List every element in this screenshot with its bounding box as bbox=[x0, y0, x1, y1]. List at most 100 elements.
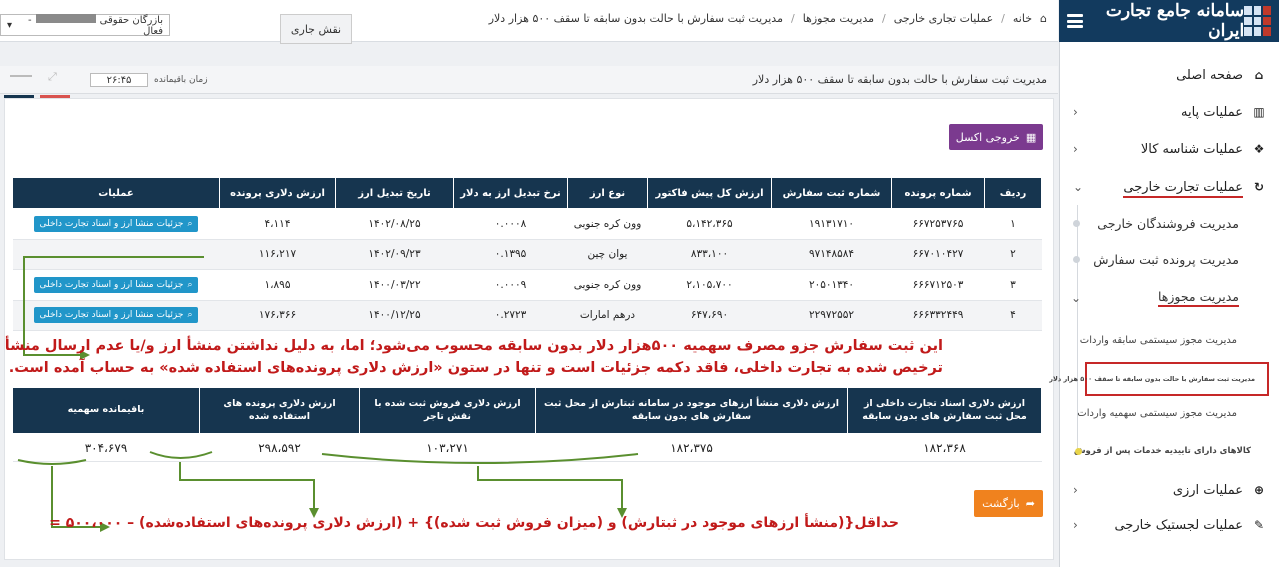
sidebar-item-foreign-trade[interactable]: ↻ عملیات تجارت خارجی ⌄ bbox=[1059, 172, 1279, 202]
sidebar-item-label: عملیات شناسه کالا bbox=[1140, 141, 1243, 157]
role-select[interactable]: بازرگان حقوقی- فعال ▾ bbox=[0, 13, 170, 37]
home-icon: ⌂ bbox=[1254, 68, 1264, 82]
details-button[interactable]: ⌕ جزئیات منشا ارز و اسناد تجارت داخلی bbox=[33, 307, 199, 324]
sidebar-subitem-label: مدیریت پرونده ثبت سفارش bbox=[1093, 251, 1239, 267]
details-button-label: جزئیات منشا ارز و اسناد تجارت داخلی bbox=[39, 310, 184, 321]
chevron-down-icon: ⌄ bbox=[1073, 180, 1084, 194]
back-button[interactable]: ➦ بازگشت bbox=[974, 490, 1043, 517]
expand-icon[interactable]: ⤢ bbox=[48, 70, 57, 84]
sidebar-subitem-label: مدیریت فروشندگان خارجی bbox=[1097, 215, 1239, 231]
table-row: ۱ ۶۶۷۲۵۳۷۶۵ ۱۹۱۳۱۷۱۰ ۵،۱۴۲،۳۶۵ وون کره جنوبی… bbox=[12, 208, 1042, 240]
user-plus-icon: ⊕ bbox=[1253, 483, 1265, 497]
search-icon: ⌕ bbox=[187, 279, 193, 290]
session-timer: زمان باقیمانده ۲۶:۴۵ bbox=[90, 73, 208, 87]
sidebar-subitem-label: مدیریت مجوز سیستمی سابقه واردات bbox=[1079, 334, 1237, 346]
sidebar-item-label: عملیات لجستیک خارجی bbox=[1114, 517, 1243, 533]
timer-value: ۲۶:۴۵ bbox=[90, 73, 148, 87]
table-cell-actions bbox=[12, 239, 220, 270]
sidebar-subitem-no-history-order[interactable]: مدیریت ثبت سفارش با حالت بدون سابقه تا س… bbox=[1049, 364, 1279, 394]
table-cell: ۶۶۶۷۱۲۵۰۳ bbox=[891, 269, 985, 301]
chevron-left-icon: ‹ bbox=[1073, 105, 1078, 119]
table-cell: ۳ bbox=[984, 269, 1042, 301]
table-cell: ۰.۰۰۰۸ bbox=[453, 208, 568, 240]
table-cell: درهم امارات bbox=[567, 300, 648, 331]
chevron-down-icon: ⌄ bbox=[1071, 291, 1082, 305]
summary-value: ۳۰۴،۶۷۹ bbox=[12, 433, 200, 462]
column-header: شماره ثبت سفارش bbox=[771, 177, 892, 209]
column-header: ارزش دلاری پرونده های استفاده شده bbox=[199, 387, 360, 434]
column-header: عملیات bbox=[12, 177, 220, 209]
table-cell: ۲ bbox=[984, 239, 1042, 270]
page-title: مدیریت ثبت سفارش با حالت بدون سابقه تا س… bbox=[752, 73, 1047, 86]
details-button[interactable]: ⌕ جزئیات منشا ارز و اسناد تجارت داخلی bbox=[33, 215, 199, 232]
home-icon: ⌂ bbox=[1040, 12, 1047, 25]
table-cell-actions: ⌕ جزئیات منشا ارز و اسناد تجارت داخلی bbox=[12, 269, 220, 301]
excel-export-button[interactable]: ▦ خروجی اکسل bbox=[949, 124, 1043, 150]
brand-title: سامانه جامع تجارت ایران bbox=[1105, 1, 1245, 41]
bullet-icon bbox=[1073, 255, 1080, 263]
cubes-icon: ❖ bbox=[1253, 142, 1265, 156]
details-button-label: جزئیات منشا ارز و اسناد تجارت داخلی bbox=[39, 279, 184, 290]
sidebar-subitem-after-sales[interactable]: کالاهای دارای تاییدیه خدمات پس از فروش bbox=[1059, 440, 1279, 462]
sidebar-item-label: صفحه اصلی bbox=[1176, 67, 1243, 83]
annotation-note: ترخیص شده به تجارت داخلی، فاقد دکمه جزئی… bbox=[8, 360, 943, 376]
table-cell-actions: ⌕ جزئیات منشا ارز و اسناد تجارت داخلی bbox=[12, 208, 220, 240]
table-cell: ۱ bbox=[984, 208, 1042, 240]
breadcrumb-item[interactable]: خانه bbox=[1013, 12, 1032, 25]
table-cell: وون کره جنوبی bbox=[567, 208, 648, 240]
sidebar-item-currency[interactable]: ⊕ عملیات ارزی ‹ bbox=[1059, 475, 1279, 505]
table-cell-actions: ⌕ جزئیات منشا ارز و اسناد تجارت داخلی bbox=[12, 300, 220, 331]
table-cell: ۲۲۹۷۲۵۵۲ bbox=[771, 300, 892, 331]
table-row: ۲ ۶۶۷۰۱۰۴۲۷ ۹۷۱۴۸۵۸۴ ۸۳۳،۱۰۰ یوان چین ۰.۱۳۹۵ ۱… bbox=[12, 239, 1042, 270]
table-cell: ۱۹۱۳۱۷۱۰ bbox=[771, 208, 892, 240]
table-cell: ۰.۲۷۲۳ bbox=[453, 300, 568, 331]
sidebar-item-base-ops[interactable]: ▥ عملیات پایه ‹ bbox=[1059, 97, 1279, 127]
breadcrumb-item[interactable]: عملیات تجاری خارجی bbox=[894, 12, 993, 25]
back-label: بازگشت bbox=[982, 497, 1020, 510]
details-button[interactable]: ⌕ جزئیات منشا ارز و اسناد تجارت داخلی bbox=[33, 276, 199, 293]
bar-chart-icon: ▥ bbox=[1253, 105, 1265, 119]
table-icon: ▦ bbox=[1025, 130, 1037, 144]
sidebar-subitem-permits[interactable]: ⌄ مدیریت مجوزها bbox=[1059, 285, 1279, 311]
column-header: ارزش دلاری پرونده bbox=[219, 177, 336, 209]
table-cell: ۵،۱۴۲،۳۶۵ bbox=[647, 208, 772, 240]
masked-name bbox=[35, 13, 96, 23]
table-cell: ۶۶۷۰۱۰۴۲۷ bbox=[891, 239, 985, 270]
table-cell: ۰.۱۳۹۵ bbox=[453, 239, 568, 270]
hamburger-icon[interactable] bbox=[1067, 14, 1084, 28]
breadcrumb-item[interactable]: مدیریت مجوزها bbox=[803, 12, 874, 25]
table-cell: ۱۴۰۲/۰۹/۲۳ bbox=[335, 239, 454, 270]
sidebar-subitem-import-history[interactable]: مدیریت مجوز سیستمی سابقه واردات bbox=[1059, 330, 1279, 350]
table-row: ۱۸۲،۳۶۸ ۱۸۲،۳۷۵ ۱۰۳،۲۷۱ ۲۹۸،۵۹۲ ۳۰۴،۶۷۹ bbox=[12, 433, 1042, 462]
table-cell: ۰.۰۰۰۹ bbox=[453, 269, 568, 301]
minimize-icon[interactable] bbox=[10, 75, 32, 77]
breadcrumb: ⌂ خانه / عملیات تجاری خارجی / مدیریت مجوزه… bbox=[488, 12, 1047, 25]
chevron-left-icon: ‹ bbox=[1073, 142, 1078, 156]
column-header: نرخ تبدیل ارز به دلار bbox=[453, 177, 568, 209]
chevron-down-icon: ▾ bbox=[7, 19, 13, 31]
sidebar: سامانه جامع تجارت ایران ⌂ صفحه اصلی ▥ عم… bbox=[1049, 0, 1279, 567]
sidebar-subitem-import-quota[interactable]: مدیریت مجوز سیستمی سهمیه واردات bbox=[1059, 403, 1279, 423]
table-row: ۳ ۶۶۶۷۱۲۵۰۳ ۲۰۵۰۱۳۴۰ ۲،۱۰۵،۷۰۰ وون کره جنوبی… bbox=[12, 269, 1042, 301]
sidebar-subitem-foreign-sellers[interactable]: مدیریت فروشندگان خارجی bbox=[1059, 210, 1279, 236]
column-header: ردیف bbox=[984, 177, 1042, 209]
summary-value: ۱۸۲،۳۷۵ bbox=[535, 433, 848, 462]
table-cell: ۱،۸۹۵ bbox=[219, 269, 336, 301]
bullet-icon bbox=[1075, 447, 1082, 455]
table-cell: ۸۳۳،۱۰۰ bbox=[647, 239, 772, 270]
table-row: ۴ ۶۶۶۳۳۲۴۴۹ ۲۲۹۷۲۵۵۲ ۶۴۷،۶۹۰ درهم امارات ۰.۲۷… bbox=[12, 300, 1042, 331]
table-cell: ۲۰۵۰۱۳۴۰ bbox=[771, 269, 892, 301]
sidebar-subitem-order-files[interactable]: مدیریت پرونده ثبت سفارش bbox=[1059, 246, 1279, 272]
table-cell: ۴ bbox=[984, 300, 1042, 331]
summary-value: ۱۰۳،۲۷۱ bbox=[359, 433, 536, 462]
sidebar-item-logistics[interactable]: ✎ عملیات لجستیک خارجی ‹ bbox=[1059, 510, 1279, 540]
table-cell: ۲،۱۰۵،۷۰۰ bbox=[647, 269, 772, 301]
table-cell: ۴،۱۱۴ bbox=[219, 208, 336, 240]
role-button[interactable]: نقش جاری bbox=[280, 14, 352, 44]
excel-export-label: خروجی اکسل bbox=[955, 130, 1020, 144]
sidebar-item-home[interactable]: ⌂ صفحه اصلی bbox=[1059, 60, 1279, 90]
sidebar-subitem-label: مدیریت مجوز سیستمی سهمیه واردات bbox=[1077, 407, 1237, 419]
summary-value: ۱۸۲،۳۶۸ bbox=[847, 433, 1042, 462]
sidebar-item-goods-id[interactable]: ❖ عملیات شناسه کالا ‹ bbox=[1059, 134, 1279, 164]
chevron-left-icon: ‹ bbox=[1073, 518, 1078, 532]
